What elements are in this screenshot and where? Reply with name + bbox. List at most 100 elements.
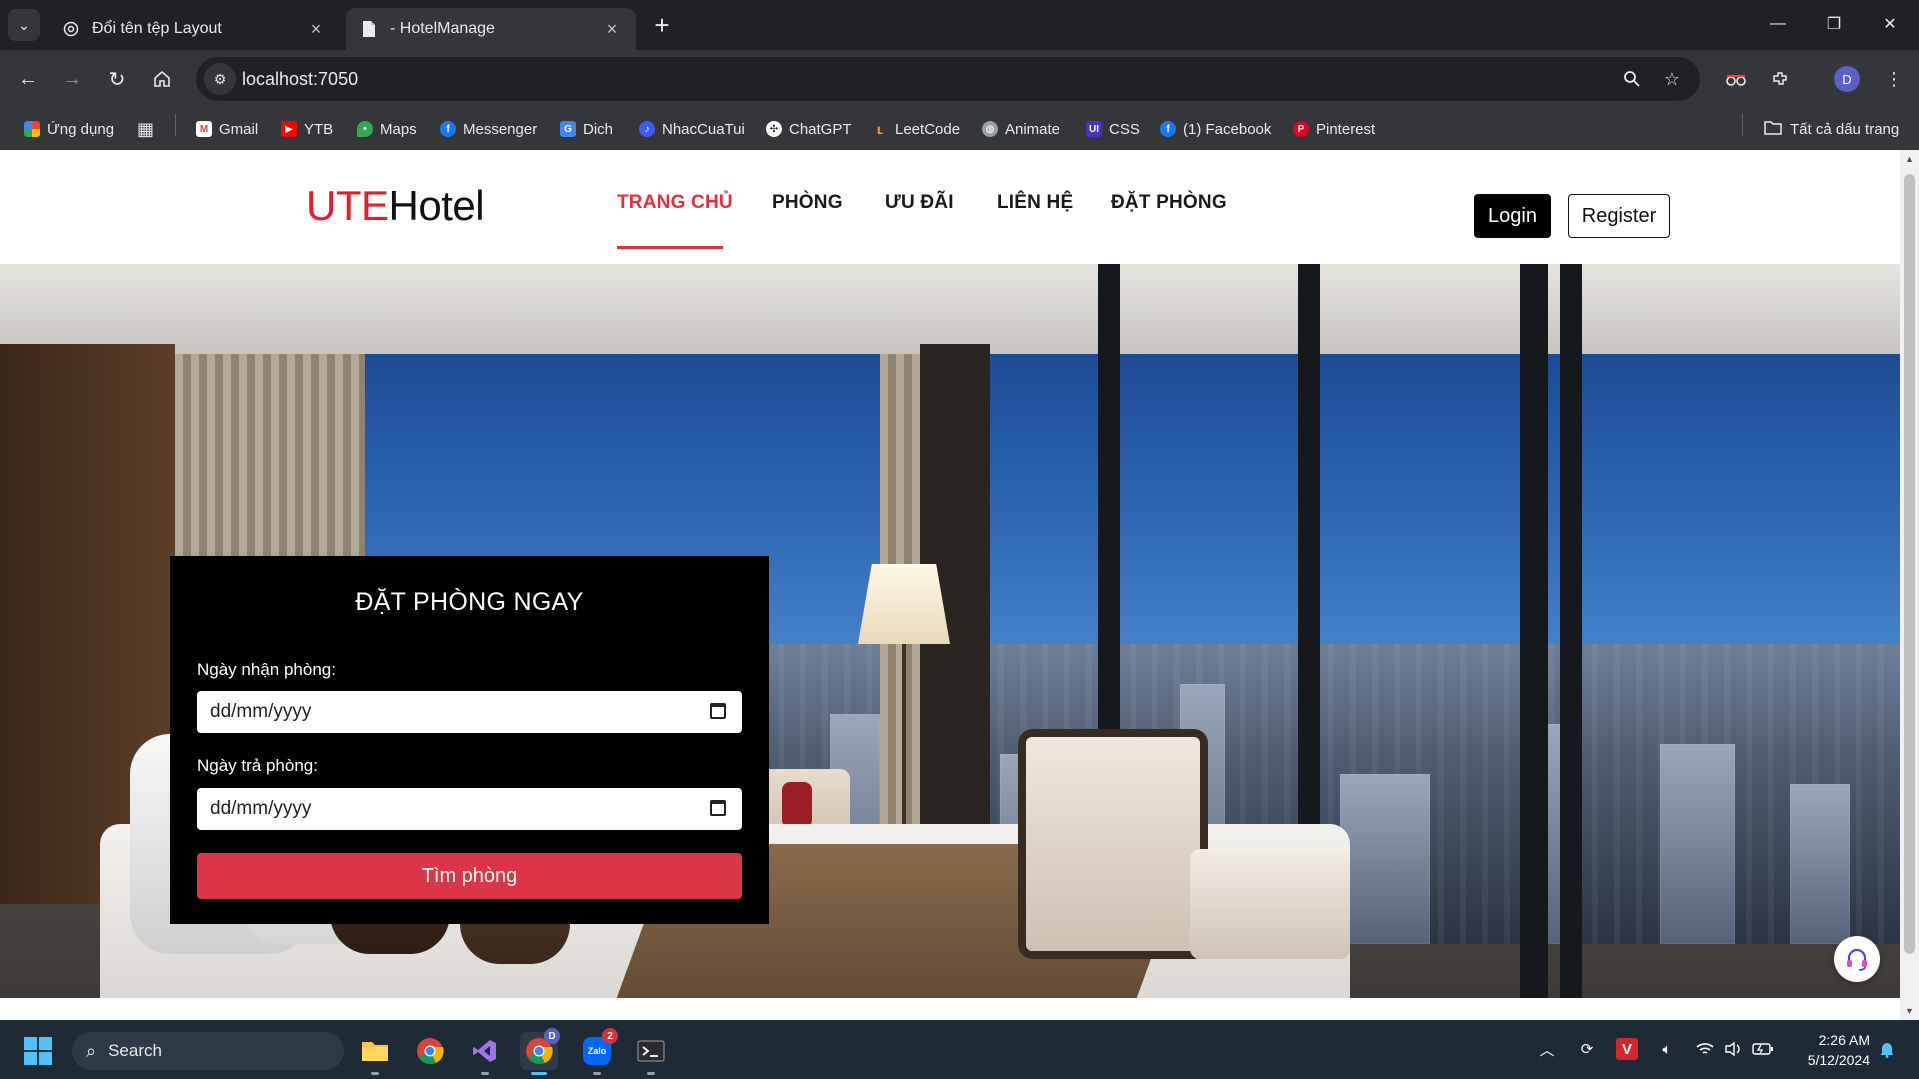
checkout-date-input[interactable]: dd/mm/yyyy [197,788,742,830]
hero-window-frame [1560,264,1582,998]
browser-tab-inactive[interactable]: Đổi tên tệp Layout × [48,8,340,50]
notification-bell-icon[interactable] [1876,1038,1898,1060]
booking-form: ĐẶT PHÒNG NGAY Ngày nhận phòng: dd/mm/yy… [170,556,769,924]
bookmark-translate[interactable]: G Dich [560,118,613,140]
login-button[interactable]: Login [1474,194,1551,238]
browser-tab-active[interactable]: - HotelManage × [346,8,636,50]
taskbar-search[interactable]: ⌕ Search [72,1032,344,1070]
minimize-button[interactable]: — [1752,6,1804,42]
search-rooms-button[interactable]: Tìm phòng [197,853,742,899]
app-running-indicator [481,1072,489,1075]
facebook-icon: f [440,121,456,137]
zalo-icon[interactable]: Zalo 2 [578,1028,618,1070]
battery-icon[interactable] [1752,1038,1774,1060]
app-running-indicator [647,1072,655,1075]
headset-icon [1847,948,1867,971]
visual-studio-icon[interactable] [466,1032,504,1070]
nav-booking[interactable]: ĐẶT PHÒNG [1111,192,1227,214]
terminal-icon[interactable] [632,1032,670,1070]
hero-chair [1018,729,1208,959]
bookmark-separator [1742,114,1743,136]
chevron-down-icon: ⌄ [18,16,30,33]
file-explorer-icon[interactable] [356,1032,394,1070]
search-icon: ⌕ [86,1040,97,1061]
bookmark-apps[interactable]: Ứng dụng [24,118,114,140]
bookmark-grid[interactable]: ▦ [137,118,154,140]
system-clock[interactable]: 2:26 AM 5/12/2024 [1790,1030,1870,1070]
home-icon [154,70,170,87]
translate-icon: G [560,121,576,137]
register-button[interactable]: Register [1568,194,1670,238]
clock-time: 2:26 AM [1818,1032,1870,1048]
extensions-icon[interactable] [1764,63,1796,95]
vivaldi-tray-icon[interactable]: V [1616,1038,1638,1060]
youtube-icon: ▶ [281,121,297,137]
tab-search-button[interactable]: ⌄ [8,9,40,41]
apps-icon [24,121,40,137]
calendar-icon[interactable] [710,703,726,719]
bookmark-gmail[interactable]: M Gmail [196,118,258,140]
page-scrollbar[interactable]: ▲ ▼ [1900,150,1919,1020]
scrollbar-thumb[interactable] [1904,174,1915,954]
chrome-profile-icon[interactable]: D [520,1028,560,1070]
profile-avatar[interactable]: D [1834,66,1860,92]
bookmark-chatgpt[interactable]: ✣ ChatGPT [766,118,852,140]
profile-badge: D [544,1028,560,1044]
bookmark-css[interactable]: UI CSS [1086,118,1140,140]
bookmark-facebook[interactable]: f (1) Facebook [1160,118,1271,140]
close-window-button[interactable]: ✕ [1864,6,1916,42]
support-chat-button[interactable] [1834,936,1880,982]
hero-ottoman [1190,849,1350,959]
scroll-up-arrow-icon[interactable]: ▲ [1905,154,1914,164]
calendar-icon[interactable] [710,800,726,816]
wifi-icon[interactable] [1694,1038,1716,1060]
speaker-icon[interactable]: 🔈︎ [1656,1038,1678,1060]
site-logo[interactable]: UTEHotel [306,182,485,230]
address-bar[interactable]: ⚙ localhost:7050 ☆ [196,57,1700,101]
nav-contact[interactable]: LIÊN HỆ [997,192,1073,214]
nav-rooms[interactable]: PHÒNG [772,192,843,214]
facebook-icon: f [1160,121,1176,137]
reload-button[interactable]: ↻ [101,63,133,95]
windows-start-icon[interactable] [24,1037,52,1065]
show-hidden-icons-chevron-icon[interactable]: ︿ [1536,1038,1558,1060]
chrome-icon[interactable] [411,1032,449,1070]
chatgpt-icon [62,20,80,38]
checkin-label: Ngày nhận phòng: [197,660,336,679]
all-bookmarks-folder[interactable]: Tất cả dấu trang [1764,118,1899,140]
sync-icon[interactable]: ⟳ [1576,1038,1598,1060]
home-button[interactable] [146,63,178,95]
tab-title: Đổi tên tệp Layout [92,20,222,37]
checkin-date-input[interactable]: dd/mm/yyyy [197,691,742,733]
notification-badge: 2 [602,1028,618,1044]
bookmark-star-icon[interactable]: ☆ [1660,67,1684,91]
back-button[interactable]: ← [12,63,44,95]
incognito-extension-icon[interactable] [1720,63,1752,95]
app-active-indicator [531,1072,547,1075]
scroll-down-arrow-icon[interactable]: ▼ [1905,1006,1914,1016]
checkout-label: Ngày trả phòng: [197,756,318,775]
zoom-icon[interactable] [1620,67,1644,91]
tab-title: - HotelManage [390,20,495,37]
nav-home[interactable]: TRANG CHỦ [617,192,733,214]
forward-button[interactable]: → [56,63,88,95]
bookmark-nhaccuatui[interactable]: ♪ NhacCuaTui [639,118,745,140]
bookmark-pinterest[interactable]: P Pinterest [1293,118,1375,140]
site-info-icon[interactable]: ⚙ [204,63,236,95]
bookmark-leetcode[interactable]: ʟ LeetCode [872,118,960,140]
new-tab-button[interactable]: + [648,10,676,40]
bookmark-animate[interactable]: ◍ Animate [982,118,1060,140]
folder-icon [1764,120,1782,139]
more-menu-icon[interactable]: ⋮ [1878,63,1910,95]
close-tab-icon[interactable]: × [602,19,622,39]
bookmark-youtube[interactable]: ▶ YTB [281,118,333,140]
close-tab-icon[interactable]: × [306,19,326,39]
app-running-indicator [593,1072,601,1075]
restore-button[interactable]: ❐ [1808,6,1860,42]
nhaccuatui-icon: ♪ [639,121,655,137]
volume-icon[interactable] [1722,1038,1744,1060]
grid-icon: ▦ [137,118,155,139]
nav-offers[interactable]: ƯU ĐÃI [885,192,954,214]
bookmark-messenger[interactable]: f Messenger [440,118,537,140]
bookmark-maps[interactable]: • Maps [357,118,417,140]
